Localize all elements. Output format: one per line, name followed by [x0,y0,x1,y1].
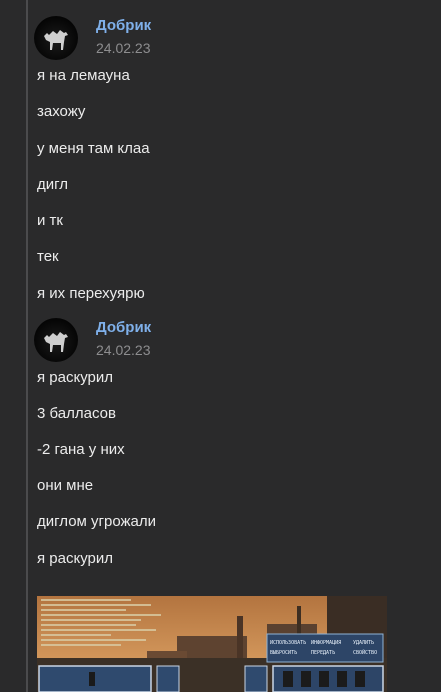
message-line: они мне [37,477,94,494]
menu-property[interactable]: СВОЙСТВО [353,649,377,656]
message-line: я раскурил [37,369,114,386]
avatar[interactable] [34,16,78,60]
game-scene-image: ИСПОЛЬЗОВАТЬ ИНФОРМАЦИЯ УДАЛИТЬ ВЫБРОСИТ… [37,596,387,692]
game-screenshot-attachment[interactable]: ИСПОЛЬЗОВАТЬ ИНФОРМАЦИЯ УДАЛИТЬ ВЫБРОСИТ… [37,596,387,692]
menu-info[interactable]: ИНФОРМАЦИЯ [311,640,341,646]
camel-icon [44,30,68,50]
camel-icon [44,332,68,352]
message-line: я их перехуярю [37,285,145,302]
post-date: 24.02.23 [96,40,151,56]
message-line: и тк [37,212,63,229]
message-line: я раскурил [37,550,114,567]
menu-give[interactable]: ПЕРЕДАТЬ [311,650,335,656]
post-date: 24.02.23 [96,342,151,358]
message-line: тек [37,248,59,265]
message-line: дигл [37,176,69,193]
author-name[interactable]: Добрик [96,319,151,336]
message-line: диглом угрожали [37,513,157,530]
message-line: 3 балласов [37,405,116,422]
menu-drop[interactable]: ВЫБРОСИТЬ [270,650,297,656]
message-line: я на лемауна [37,67,130,84]
menu-delete[interactable]: УДАЛИТЬ [353,640,374,646]
avatar[interactable] [34,318,78,362]
message-line: захожу [37,103,86,120]
menu-use[interactable]: ИСПОЛЬЗОВАТЬ [270,640,306,646]
quote-bar [26,0,28,692]
message-line: у меня там клаа [37,140,150,157]
message-line: -2 гана у них [37,441,125,458]
author-name[interactable]: Добрик [96,17,151,34]
